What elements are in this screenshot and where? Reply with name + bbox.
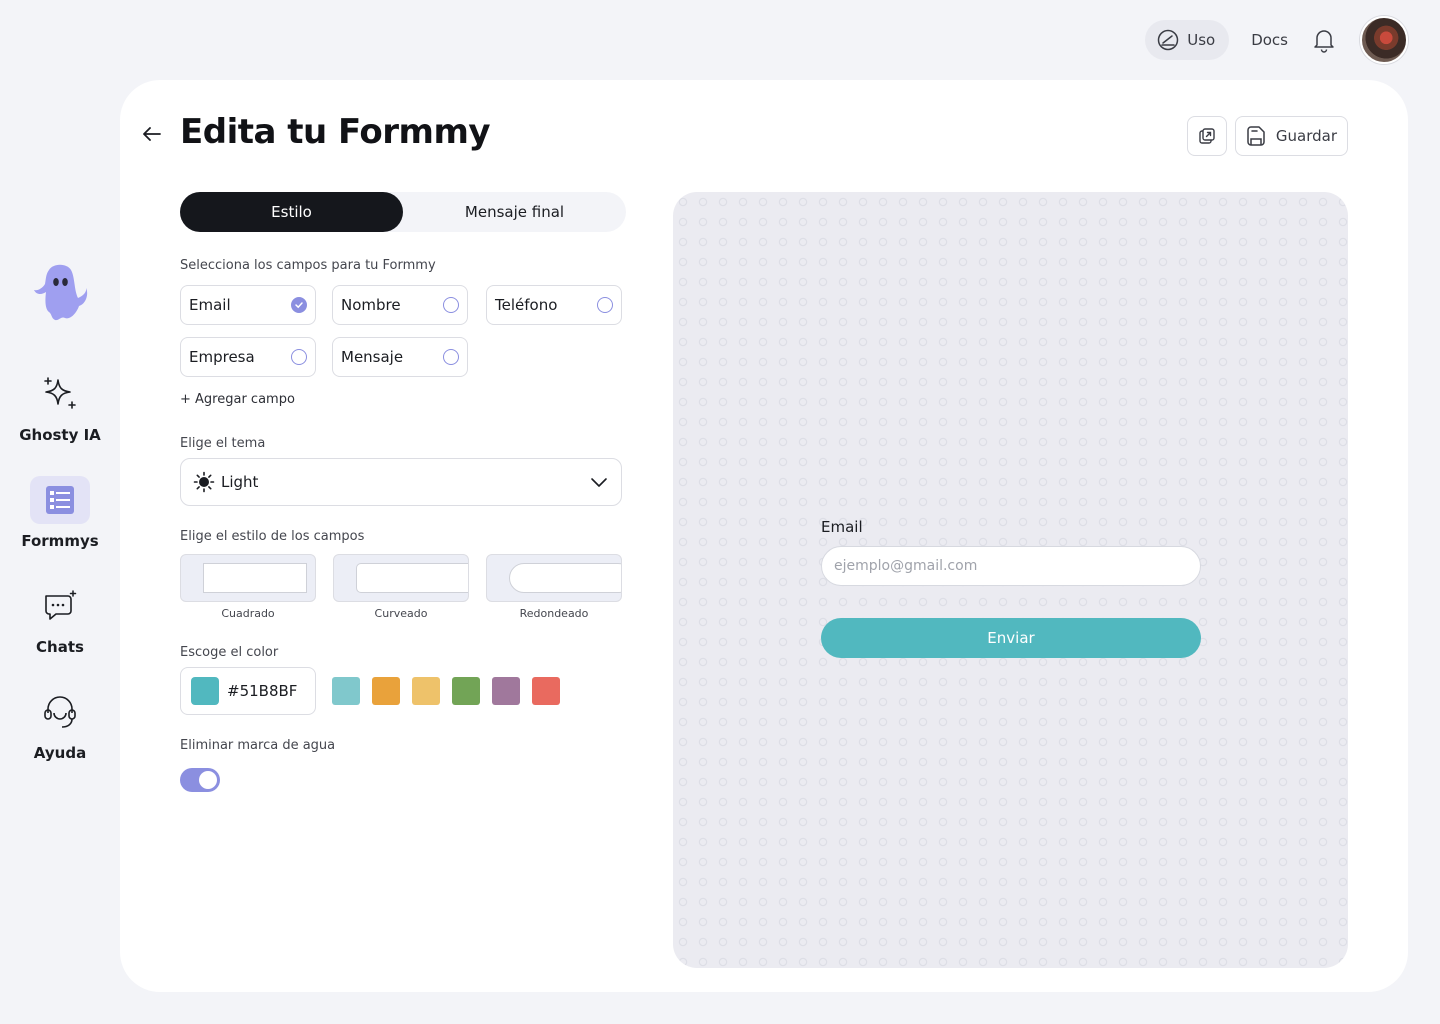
headset-icon — [30, 688, 90, 736]
field-option-email[interactable]: Email — [180, 285, 316, 325]
color-swatch[interactable] — [492, 677, 520, 705]
color-swatch[interactable] — [452, 677, 480, 705]
color-hex-value: #51B8BF — [227, 682, 298, 700]
sidebar-item-label: Formmys — [21, 532, 99, 550]
style-preview-square — [203, 563, 307, 593]
field-option-nombre[interactable]: Nombre — [332, 285, 468, 325]
color-swatch[interactable] — [532, 677, 560, 705]
color-swatch[interactable] — [372, 677, 400, 705]
editor-card: Edita tu Formmy Guardar Estilo Mensaje f… — [120, 80, 1408, 992]
sparkles-icon — [30, 370, 90, 418]
save-button[interactable]: Guardar — [1234, 116, 1348, 156]
fields-section-label: Selecciona los campos para tu Formmy — [180, 258, 436, 273]
field-option-mensaje[interactable]: Mensaje — [332, 337, 468, 377]
bell-icon[interactable] — [1310, 26, 1338, 54]
external-link-icon — [1199, 128, 1215, 144]
style-option-redondeado[interactable] — [486, 554, 622, 602]
radio-circle-icon[interactable] — [291, 349, 307, 365]
top-bar: Uso Docs — [1145, 16, 1408, 64]
sidebar-item-label: Ghosty IA — [19, 426, 101, 444]
chevron-down-icon — [591, 478, 607, 487]
field-option-empresa[interactable]: Empresa — [180, 337, 316, 377]
page-title: Edita tu Formmy — [180, 112, 491, 152]
color-section-label: Escoge el color — [180, 645, 279, 660]
theme-section-label: Elige el tema — [180, 436, 266, 451]
preview-submit-button[interactable]: Enviar — [821, 618, 1201, 658]
field-option-label: Empresa — [189, 348, 255, 366]
form-preview: Email ejemplo@gmail.com Enviar — [673, 192, 1348, 968]
tab-estilo[interactable]: Estilo — [180, 192, 403, 232]
ghost-logo-icon[interactable] — [31, 260, 89, 322]
radio-circle-icon[interactable] — [443, 297, 459, 313]
sidebar-item-formmys[interactable]: Formmys — [5, 476, 115, 550]
check-circle-icon[interactable] — [291, 297, 307, 313]
current-color-swatch[interactable] — [191, 677, 219, 705]
sidebar-item-label: Ayuda — [33, 744, 87, 762]
color-hex-input[interactable]: #51B8BF — [180, 667, 316, 715]
save-icon — [1247, 126, 1265, 146]
usage-button[interactable]: Uso — [1145, 20, 1230, 60]
field-option-label: Email — [189, 296, 231, 314]
sidebar: Ghosty IA Formmys Chats Ayuda — [0, 260, 120, 794]
field-style-section-label: Elige el estilo de los campos — [180, 529, 365, 544]
style-preview-curved — [356, 563, 468, 593]
sidebar-item-chats[interactable]: Chats — [5, 582, 115, 656]
preview-email-input[interactable]: ejemplo@gmail.com — [821, 546, 1201, 586]
color-swatch[interactable] — [412, 677, 440, 705]
open-preview-button[interactable] — [1187, 116, 1227, 156]
usage-label: Uso — [1187, 31, 1216, 49]
toggle-knob — [199, 771, 217, 789]
style-caption: Redondeado — [519, 607, 589, 620]
field-option-label: Mensaje — [341, 348, 404, 366]
sidebar-item-ayuda[interactable]: Ayuda — [5, 688, 115, 762]
style-caption: Cuadrado — [221, 607, 275, 620]
sidebar-item-label: Chats — [36, 638, 84, 656]
color-swatch[interactable] — [332, 677, 360, 705]
preview-email-label: Email — [821, 518, 863, 536]
theme-select[interactable]: Light — [180, 458, 622, 506]
docs-link[interactable]: Docs — [1251, 31, 1288, 49]
radio-circle-icon[interactable] — [443, 349, 459, 365]
chat-icon — [30, 582, 90, 630]
theme-select-value: Light — [221, 473, 259, 491]
watermark-toggle[interactable] — [180, 768, 220, 792]
style-option-cuadrado[interactable] — [180, 554, 316, 602]
radio-circle-icon[interactable] — [597, 297, 613, 313]
add-field-link[interactable]: + Agregar campo — [180, 392, 295, 407]
gauge-icon — [1157, 29, 1179, 51]
list-icon — [30, 476, 90, 524]
avatar[interactable] — [1360, 16, 1408, 64]
style-caption: Curveado — [374, 607, 428, 620]
save-label: Guardar — [1275, 127, 1337, 145]
tab-mensaje-final[interactable]: Mensaje final — [403, 192, 626, 232]
field-option-telefono[interactable]: Teléfono — [486, 285, 622, 325]
style-preview-rounded — [509, 563, 621, 593]
tab-bar: Estilo Mensaje final — [180, 192, 626, 232]
style-option-curveado[interactable] — [333, 554, 469, 602]
sun-icon — [193, 471, 215, 493]
watermark-section-label: Eliminar marca de agua — [180, 738, 336, 753]
back-arrow-icon[interactable] — [140, 122, 164, 146]
field-option-label: Teléfono — [495, 296, 558, 314]
sidebar-item-ghosty-ia[interactable]: Ghosty IA — [5, 370, 115, 444]
field-option-label: Nombre — [341, 296, 401, 314]
